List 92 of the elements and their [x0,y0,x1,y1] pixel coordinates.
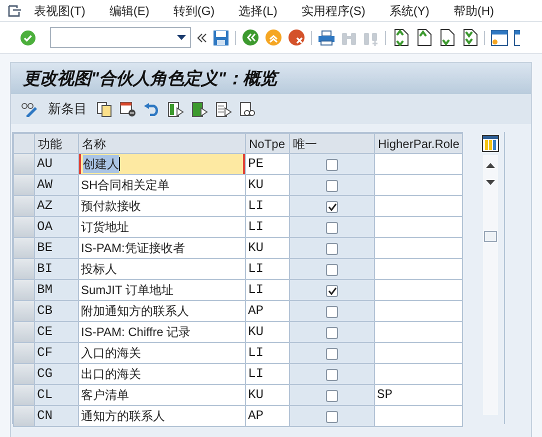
checkbox[interactable] [326,200,338,213]
checkbox[interactable] [326,410,338,423]
table-cell: LI [248,282,264,298]
column-settings-icon[interactable] [482,135,500,152]
checkbox[interactable] [326,222,338,234]
window-icon[interactable] [491,30,508,46]
checkbox[interactable] [326,180,338,192]
previous-page-icon[interactable] [415,29,432,46]
undo-icon[interactable] [144,102,160,116]
select-block-icon[interactable] [192,102,208,116]
deselect-icon[interactable] [216,102,232,116]
checkbox[interactable] [326,348,338,360]
table-cell: 订货地址 [81,220,129,234]
scroll-up-icon[interactable] [486,163,496,168]
menu-item[interactable]: 系统(Y) [389,2,430,20]
table-cell: KU [248,240,264,256]
table-cell: LI [248,261,264,276]
table-cell: AP [248,303,264,318]
table-cell: 投标人 [81,262,117,276]
column-header[interactable]: 名称 [82,136,106,150]
table-cell: SH合同相关定单 [81,178,170,192]
table-cell: CB [37,303,53,318]
table-cell: AZ [37,198,53,214]
checkbox[interactable] [326,368,338,381]
scroll-thumb[interactable] [484,231,498,242]
table-cell: 出口的海关 [81,367,141,381]
first-page-icon[interactable] [392,29,409,46]
table-cell: 通知方的联系人 [81,409,165,423]
menu-item[interactable]: 表视图(T) [34,2,86,20]
glasses-pencil-icon[interactable] [21,102,38,116]
check-icon[interactable] [20,30,36,46]
menu-icon[interactable] [8,4,22,16]
new-entries-button[interactable]: 新条目 [46,99,89,119]
delete-row-icon[interactable] [120,102,136,116]
table-cell: AW [37,177,53,192]
document-glasses-icon[interactable] [240,102,255,116]
table-cell: BI [37,261,53,276]
table-cell: CN [37,408,53,424]
name-input-field[interactable]: 创建人 [79,154,245,174]
menu-item[interactable]: 实用程序(S) [301,2,366,20]
command-field[interactable] [50,27,191,48]
table-cell: LI [248,366,264,382]
table-cell: KU [248,387,264,402]
table-cell: 附加通知方的联系人 [81,304,189,318]
table-cell: BM [37,282,53,298]
print-icon[interactable] [318,30,335,46]
table-cell: KU [248,324,264,340]
menu-item[interactable]: 选择(L) [238,2,278,20]
exit-icon[interactable] [265,29,282,46]
checkbox[interactable] [326,390,338,402]
table-cell: LI [248,198,264,214]
cancel-icon[interactable] [288,29,305,46]
table-cell: AU [37,156,53,172]
table-cell: IS-PAM: Chiffre 记录 [81,325,191,339]
scrollbar[interactable] [483,155,498,415]
table-cell: CE [37,324,53,340]
table-cell: AP [248,408,264,424]
table-cell: 客户清单 [81,388,129,402]
table-cell: CF [37,345,53,360]
checkbox[interactable] [326,306,338,318]
checkbox[interactable] [326,242,338,255]
select-all-icon[interactable] [168,102,184,116]
table-cell: CG [37,366,53,382]
back-icon[interactable] [242,29,259,46]
checkbox[interactable] [326,158,338,171]
menu-item[interactable]: 编辑(E) [109,2,150,20]
save-icon[interactable] [213,30,229,46]
scroll-down-icon[interactable] [486,180,496,185]
table-cell: IS-PAM:凭证接收者 [81,241,185,255]
dropdown-icon[interactable] [177,35,186,40]
table-cell: CL [37,387,53,402]
table-cell: OA [37,219,53,234]
menu-item[interactable]: 转到(G) [173,2,215,20]
last-page-icon[interactable] [461,29,478,46]
menu-item[interactable]: 帮助(H) [453,2,494,20]
table-cell: SP [377,387,393,402]
table-cell: PE [248,156,264,172]
screen-title: 更改视图"合伙人角色定义"：概览 [23,68,278,90]
copy-icon[interactable] [97,102,112,116]
table-cell: KU [248,177,264,192]
double-chevron-icon[interactable] [197,32,207,42]
table-cell: SumJIT 订单地址 [81,283,174,297]
checkbox[interactable] [326,264,338,276]
next-page-icon[interactable] [438,29,455,46]
table-cell: 入口的海关 [81,346,141,360]
checkbox[interactable] [326,326,338,339]
table-cell: BE [37,240,53,256]
column-header[interactable]: 唯一 [293,136,317,150]
table-cell: 预付款接收 [81,199,141,213]
table-cell: LI [248,345,264,360]
table-cell: LI [248,219,264,234]
checkbox[interactable] [326,284,338,297]
